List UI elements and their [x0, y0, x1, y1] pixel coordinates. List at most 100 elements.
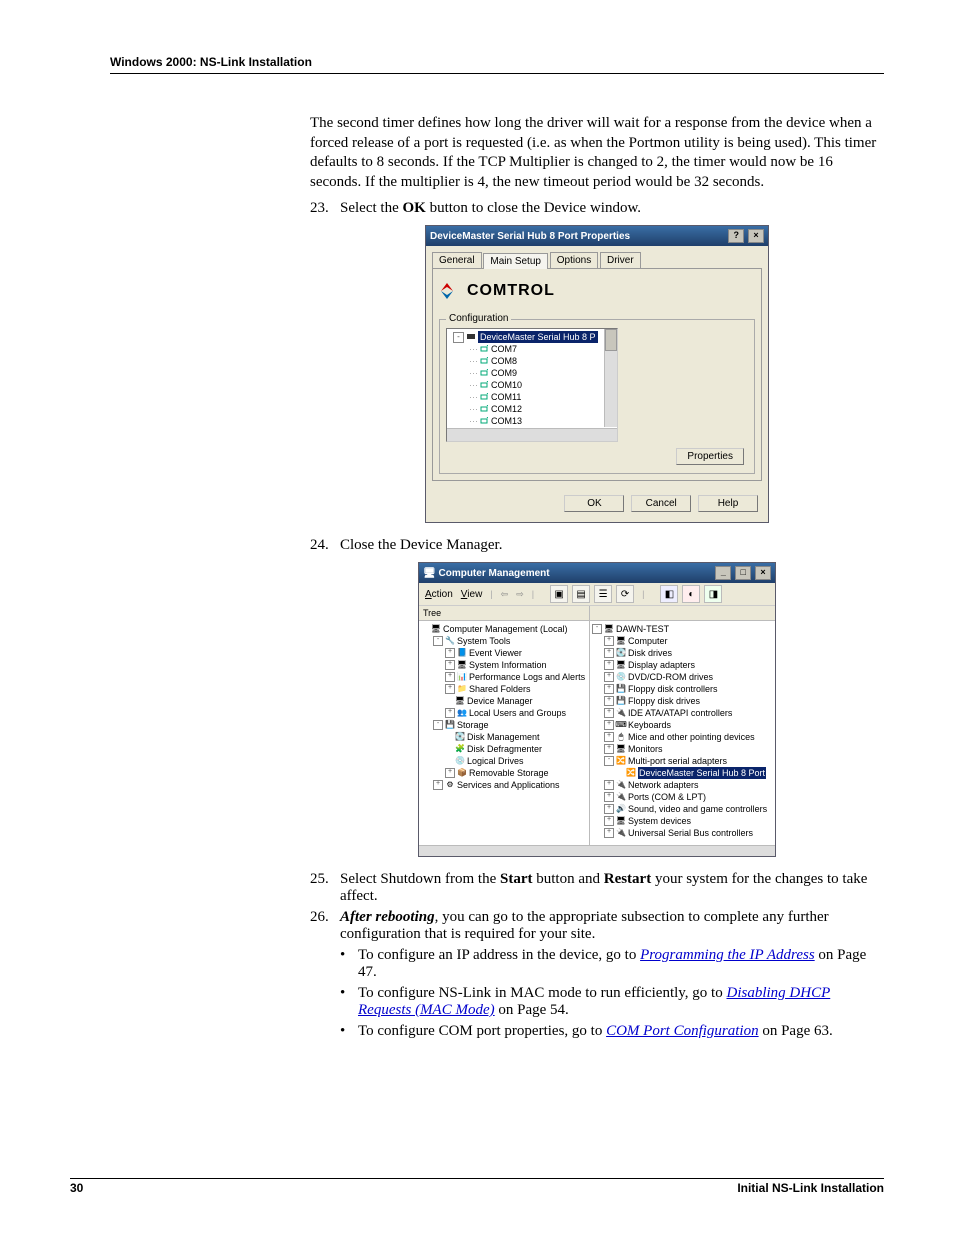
tree-port-item[interactable]: ⋯COM7	[449, 343, 615, 355]
tab-main-setup[interactable]: Main Setup	[483, 253, 548, 269]
close-icon[interactable]: ×	[755, 566, 771, 580]
selected-device[interactable]: DeviceMaster Serial Hub 8 Port	[638, 767, 766, 779]
cm-left-tree[interactable]: 🖥Computer Management (Local)-🔧System Too…	[419, 621, 589, 793]
mgmt-tree-item[interactable]: -🔧System Tools	[421, 635, 587, 647]
tab-driver[interactable]: Driver	[600, 252, 641, 268]
nav-forward-icon[interactable]: ⇨	[516, 589, 524, 600]
device-tree-item[interactable]: +💾Floppy disk controllers	[592, 683, 773, 695]
mgmt-tree-item[interactable]: +👥Local Users and Groups	[421, 707, 587, 719]
device-tree-item[interactable]: +⌨Keyboards	[592, 719, 773, 731]
close-icon[interactable]: ×	[748, 229, 764, 243]
device-tree-item[interactable]: +🔌Ports (COM & LPT)	[592, 791, 773, 803]
maximize-icon[interactable]: □	[735, 566, 751, 580]
device-tree-item[interactable]: +🔌Network adapters	[592, 779, 773, 791]
help-icon[interactable]: ?	[728, 229, 744, 243]
toolbar-icon-b[interactable]: ◐	[682, 585, 700, 603]
device-tree-item[interactable]: +🖥Computer	[592, 635, 773, 647]
tree-toggle-icon[interactable]: +	[445, 684, 455, 694]
cross-reference-link[interactable]: COM Port Configuration	[606, 1023, 759, 1039]
device-tree-item[interactable]: 🔀DeviceMaster Serial Hub 8 Port	[592, 767, 773, 779]
toolbar-icon-a[interactable]: ◧	[660, 585, 678, 603]
tree-toggle-icon[interactable]: +	[445, 708, 455, 718]
device-tree-item[interactable]: +💿DVD/CD-ROM drives	[592, 671, 773, 683]
dialog-titlebar[interactable]: DeviceMaster Serial Hub 8 Port Propertie…	[426, 226, 768, 246]
tree-port-item[interactable]: ⋯COM10	[449, 379, 615, 391]
tree-toggle-icon[interactable]: +	[604, 780, 614, 790]
tree-column-header[interactable]: Tree	[419, 606, 589, 621]
device-tree-item[interactable]: +🖥System devices	[592, 815, 773, 827]
tree-toggle-icon[interactable]: +	[604, 660, 614, 670]
toolbar-list-icon[interactable]: ▤	[572, 585, 590, 603]
device-tree-item[interactable]: -🖥DAWN-TEST	[592, 623, 773, 635]
tree-toggle-icon[interactable]: +	[604, 816, 614, 826]
toolbar-up-icon[interactable]: ▣	[550, 585, 568, 603]
minimize-icon[interactable]: _	[715, 566, 731, 580]
tree-root-device[interactable]: DeviceMaster Serial Hub 8 P	[478, 331, 598, 343]
tree-toggle-icon[interactable]: -	[592, 624, 602, 634]
device-tree-item[interactable]: +💾Floppy disk drives	[592, 695, 773, 707]
properties-button[interactable]: Properties	[676, 448, 744, 465]
mgmt-tree-item[interactable]: +📘Event Viewer	[421, 647, 587, 659]
mgmt-tree-item[interactable]: 💽Disk Management	[421, 731, 587, 743]
ok-button[interactable]: OK	[564, 495, 624, 512]
tree-toggle-icon[interactable]: +	[445, 660, 455, 670]
toolbar-properties-icon[interactable]: ☰	[594, 585, 612, 603]
tree-port-item[interactable]: ⋯COM12	[449, 403, 615, 415]
mgmt-tree-item[interactable]: +📁Shared Folders	[421, 683, 587, 695]
tree-toggle-icon[interactable]: +	[604, 744, 614, 754]
toolbar-refresh-icon[interactable]: ⟳	[616, 585, 634, 603]
device-tree-item[interactable]: +💽Disk drives	[592, 647, 773, 659]
tree-toggle-icon[interactable]: -	[604, 756, 614, 766]
cancel-button[interactable]: Cancel	[631, 495, 691, 512]
mgmt-tree-item[interactable]: 🖥Device Manager	[421, 695, 587, 707]
tree-collapse-icon[interactable]: -	[453, 332, 464, 343]
mgmt-tree-item[interactable]: 🖥Computer Management (Local)	[421, 623, 587, 635]
mgmt-tree-item[interactable]: +⚙Services and Applications	[421, 779, 587, 791]
cm-titlebar[interactable]: 🖥 Computer Management _ □ ×	[419, 563, 775, 583]
tab-general[interactable]: General	[432, 252, 482, 268]
tree-toggle-icon[interactable]: +	[604, 684, 614, 694]
device-tree[interactable]: - DeviceMaster Serial Hub 8 P ⋯COM7⋯COM8…	[446, 328, 618, 442]
tree-toggle-icon[interactable]: -	[433, 636, 443, 646]
tree-toggle-icon[interactable]: +	[445, 648, 455, 658]
cm-scrollbar-horizontal[interactable]	[419, 845, 775, 856]
tree-port-item[interactable]: ⋯COM13	[449, 415, 615, 427]
cross-reference-link[interactable]: Programming the IP Address	[640, 947, 815, 963]
tree-port-item[interactable]: ⋯COM8	[449, 355, 615, 367]
mgmt-tree-item[interactable]: 💿Logical Drives	[421, 755, 587, 767]
tree-scrollbar-vertical[interactable]	[604, 329, 617, 427]
device-tree-item[interactable]: +🔌Universal Serial Bus controllers	[592, 827, 773, 839]
tree-toggle-icon[interactable]: +	[604, 696, 614, 706]
tree-toggle-icon[interactable]: +	[604, 648, 614, 658]
tree-port-item[interactable]: ⋯COM11	[449, 391, 615, 403]
device-tree-item[interactable]: +🖥Display adapters	[592, 659, 773, 671]
tab-options[interactable]: Options	[550, 252, 598, 268]
mgmt-tree-item[interactable]: +📊Performance Logs and Alerts	[421, 671, 587, 683]
device-tree-item[interactable]: +🖱Mice and other pointing devices	[592, 731, 773, 743]
cm-right-tree[interactable]: -🖥DAWN-TEST+🖥Computer+💽Disk drives+🖥Disp…	[590, 621, 775, 841]
menu-action[interactable]: Action	[425, 589, 453, 600]
tree-toggle-icon[interactable]: +	[604, 804, 614, 814]
tree-toggle-icon[interactable]: +	[433, 780, 443, 790]
tree-toggle-icon[interactable]: +	[445, 768, 455, 778]
tree-toggle-icon[interactable]: +	[604, 792, 614, 802]
tree-toggle-icon[interactable]: +	[604, 732, 614, 742]
device-tree-item[interactable]: -🔀Multi-port serial adapters	[592, 755, 773, 767]
tree-toggle-icon[interactable]: -	[433, 720, 443, 730]
device-tree-item[interactable]: +🖥Monitors	[592, 743, 773, 755]
tree-toggle-icon[interactable]: +	[604, 828, 614, 838]
menu-view[interactable]: View	[461, 589, 483, 600]
mgmt-tree-item[interactable]: +🖥System Information	[421, 659, 587, 671]
mgmt-tree-item[interactable]: +📦Removable Storage	[421, 767, 587, 779]
tree-toggle-icon[interactable]: +	[604, 672, 614, 682]
tree-port-item[interactable]: ⋯COM9	[449, 367, 615, 379]
tree-toggle-icon[interactable]: +	[604, 720, 614, 730]
mgmt-tree-item[interactable]: -💾Storage	[421, 719, 587, 731]
tree-toggle-icon[interactable]: +	[604, 636, 614, 646]
tree-toggle-icon[interactable]: +	[604, 708, 614, 718]
tree-toggle-icon[interactable]: +	[445, 672, 455, 682]
mgmt-tree-item[interactable]: 🧩Disk Defragmenter	[421, 743, 587, 755]
device-tree-item[interactable]: +🔌IDE ATA/ATAPI controllers	[592, 707, 773, 719]
nav-back-icon[interactable]: ⇦	[501, 589, 509, 600]
tree-scrollbar-horizontal[interactable]	[447, 428, 617, 441]
